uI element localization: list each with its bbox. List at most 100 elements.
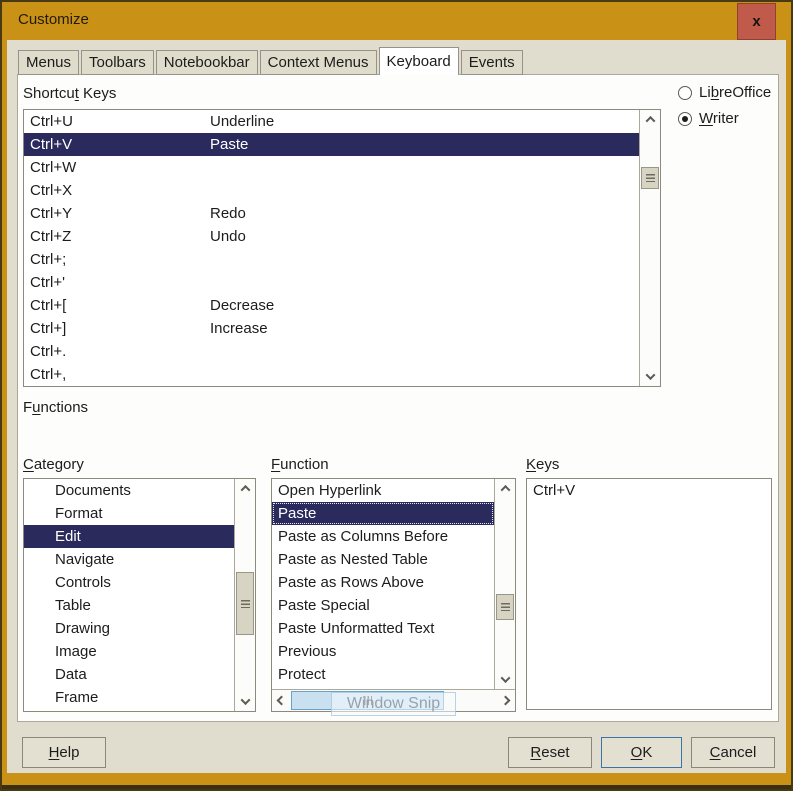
function-list-scrollbar[interactable] bbox=[494, 479, 515, 689]
tab-toolbars[interactable]: Toolbars bbox=[81, 50, 154, 75]
shortcut-row[interactable]: Ctrl+VPaste bbox=[24, 133, 639, 156]
function-item[interactable]: Previous bbox=[272, 640, 494, 663]
shortcut-row[interactable]: Ctrl+; bbox=[24, 248, 639, 271]
shortcut-row[interactable]: Ctrl+. bbox=[24, 340, 639, 363]
shortcut-command bbox=[210, 271, 639, 294]
shortcut-row[interactable]: Ctrl+, bbox=[24, 363, 639, 386]
scrollbar-thumb[interactable] bbox=[236, 572, 254, 635]
shortcut-command: Paste bbox=[210, 133, 639, 156]
scroll-down-icon[interactable] bbox=[495, 670, 515, 689]
function-item[interactable]: Open Hyperlink bbox=[272, 479, 494, 502]
radio-writer-label: Writer bbox=[699, 110, 739, 127]
shortcut-key: Ctrl+. bbox=[30, 340, 210, 363]
scroll-up-icon[interactable] bbox=[640, 110, 660, 129]
shortcut-command bbox=[210, 156, 639, 179]
tab-context-menus[interactable]: Context Menus bbox=[260, 50, 377, 75]
category-item[interactable]: Data bbox=[24, 663, 234, 686]
category-item[interactable]: Edit bbox=[24, 525, 234, 548]
shortcut-command bbox=[210, 179, 639, 202]
shortcut-row[interactable]: Ctrl+' bbox=[24, 271, 639, 294]
shortcut-key: Ctrl+W bbox=[30, 156, 210, 179]
keyboard-tab-page: Shortcut Keys LibreOffice Writer Ctrl+UU… bbox=[17, 74, 779, 722]
shortcut-key: Ctrl+Y bbox=[30, 202, 210, 225]
close-button[interactable]: x bbox=[737, 3, 776, 40]
function-item[interactable]: Paste bbox=[272, 502, 494, 525]
scroll-right-icon[interactable] bbox=[496, 690, 515, 711]
shortcut-key: Ctrl+[ bbox=[30, 294, 210, 317]
radio-libreoffice-label: LibreOffice bbox=[699, 84, 771, 101]
category-item[interactable]: Frame bbox=[24, 686, 234, 709]
shortcut-key: Ctrl+, bbox=[30, 363, 210, 386]
shortcut-key: Ctrl+U bbox=[30, 110, 210, 133]
shortcut-command bbox=[210, 248, 639, 271]
shortcut-list-rows: Ctrl+UUnderlineCtrl+VPasteCtrl+WCtrl+XCt… bbox=[24, 110, 639, 386]
help-button[interactable]: Help bbox=[22, 737, 106, 768]
shortcut-row[interactable]: Ctrl+YRedo bbox=[24, 202, 639, 225]
category-item[interactable]: Documents bbox=[24, 479, 234, 502]
keys-label: Keys bbox=[526, 456, 559, 473]
function-item[interactable]: Paste Special bbox=[272, 594, 494, 617]
category-item[interactable]: Navigate bbox=[24, 548, 234, 571]
radio-circle-icon bbox=[678, 86, 692, 100]
category-item[interactable]: Image bbox=[24, 640, 234, 663]
shortcut-row[interactable]: Ctrl+ZUndo bbox=[24, 225, 639, 248]
tab-notebookbar[interactable]: Notebookbar bbox=[156, 50, 258, 75]
function-item[interactable]: Protect bbox=[272, 663, 494, 686]
shortcut-command bbox=[210, 363, 639, 386]
function-item[interactable]: Paste Unformatted Text bbox=[272, 617, 494, 640]
reset-button[interactable]: Reset bbox=[508, 737, 592, 768]
function-list[interactable]: Open HyperlinkPastePaste as Columns Befo… bbox=[271, 478, 516, 712]
tab-menus[interactable]: Menus bbox=[18, 50, 79, 75]
shortcut-row[interactable]: Ctrl+X bbox=[24, 179, 639, 202]
radio-writer[interactable]: Writer bbox=[678, 110, 739, 127]
shortcut-command: Undo bbox=[210, 225, 639, 248]
shortcut-row[interactable]: Ctrl+]Increase bbox=[24, 317, 639, 340]
shortcut-keys-list[interactable]: Ctrl+UUnderlineCtrl+VPasteCtrl+WCtrl+XCt… bbox=[23, 109, 661, 387]
cancel-button[interactable]: Cancel bbox=[691, 737, 775, 768]
shortcut-key: Ctrl+' bbox=[30, 271, 210, 294]
shortcut-keys-label: Shortcut Keys bbox=[23, 85, 116, 102]
tab-keyboard[interactable]: Keyboard bbox=[379, 47, 459, 75]
radio-circle-icon bbox=[678, 112, 692, 126]
shortcut-key: Ctrl+; bbox=[30, 248, 210, 271]
ok-button[interactable]: OK bbox=[601, 737, 682, 768]
category-list-rows: DocumentsFormatEditNavigateControlsTable… bbox=[24, 479, 234, 711]
category-item[interactable]: Drawing bbox=[24, 617, 234, 640]
shortcut-command: Underline bbox=[210, 110, 639, 133]
window-title: Customize bbox=[18, 11, 89, 28]
function-item[interactable]: Paste as Columns Before bbox=[272, 525, 494, 548]
category-list-scrollbar[interactable] bbox=[234, 479, 255, 711]
scroll-left-icon[interactable] bbox=[272, 690, 291, 711]
keys-list[interactable]: Ctrl+V bbox=[526, 478, 772, 710]
shortcut-command: Redo bbox=[210, 202, 639, 225]
shortcut-list-scrollbar[interactable] bbox=[639, 110, 660, 386]
customize-dialog: Customize x MenusToolbarsNotebookbarCont… bbox=[0, 0, 793, 791]
shortcut-row[interactable]: Ctrl+UUnderline bbox=[24, 110, 639, 133]
scroll-up-icon[interactable] bbox=[495, 479, 515, 498]
scroll-up-icon[interactable] bbox=[235, 479, 255, 498]
shortcut-row[interactable]: Ctrl+[Decrease bbox=[24, 294, 639, 317]
keys-list-rows: Ctrl+V bbox=[527, 479, 771, 709]
shortcut-row[interactable]: Ctrl+W bbox=[24, 156, 639, 179]
category-item[interactable]: Table bbox=[24, 594, 234, 617]
category-list[interactable]: DocumentsFormatEditNavigateControlsTable… bbox=[23, 478, 256, 712]
scroll-down-icon[interactable] bbox=[640, 367, 660, 386]
category-label: Category bbox=[23, 456, 84, 473]
category-item[interactable]: Format bbox=[24, 502, 234, 525]
tab-bar: MenusToolbarsNotebookbarContext MenusKey… bbox=[18, 47, 525, 75]
shortcut-key: Ctrl+V bbox=[30, 133, 210, 156]
shortcut-command: Increase bbox=[210, 317, 639, 340]
shortcut-key: Ctrl+X bbox=[30, 179, 210, 202]
function-item[interactable]: Paste as Nested Table bbox=[272, 548, 494, 571]
snip-toast-overlay: Window Snip bbox=[331, 692, 456, 716]
scrollbar-thumb[interactable] bbox=[641, 167, 659, 189]
scrollbar-thumb[interactable] bbox=[496, 594, 514, 620]
radio-libreoffice[interactable]: LibreOffice bbox=[678, 84, 771, 101]
tab-events[interactable]: Events bbox=[461, 50, 523, 75]
function-item[interactable]: Paste as Rows Above bbox=[272, 571, 494, 594]
function-list-rows: Open HyperlinkPastePaste as Columns Befo… bbox=[272, 479, 494, 689]
scroll-down-icon[interactable] bbox=[235, 692, 255, 711]
shortcut-command bbox=[210, 340, 639, 363]
category-item[interactable]: Controls bbox=[24, 571, 234, 594]
keys-item[interactable]: Ctrl+V bbox=[527, 479, 771, 502]
